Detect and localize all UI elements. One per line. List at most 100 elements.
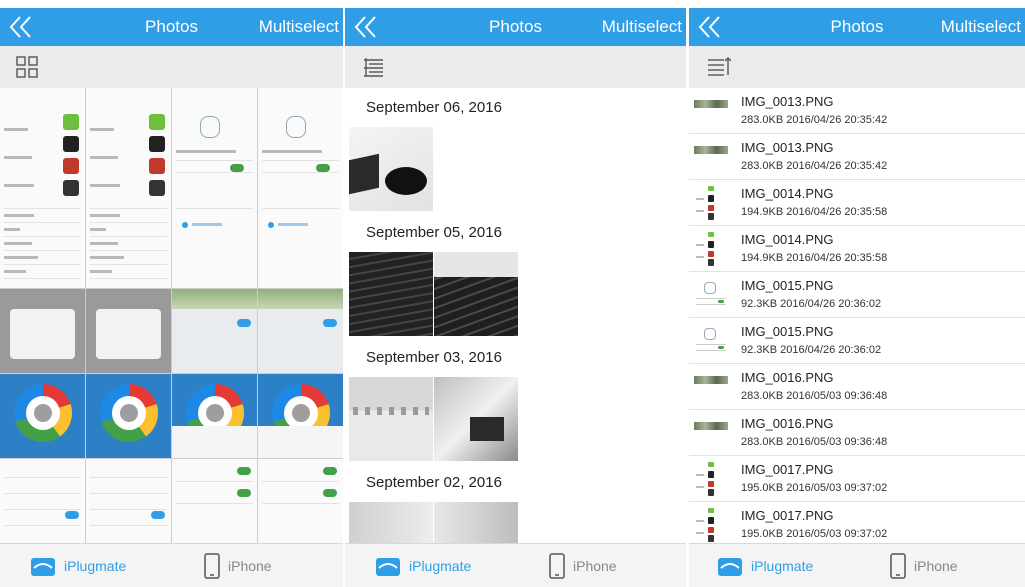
photo-thumbnail[interactable] — [86, 88, 171, 288]
file-thumbnail — [694, 508, 728, 542]
file-name: IMG_0016.PNG — [741, 370, 834, 385]
file-meta: 283.0KB 2016/04/26 20:35:42 — [741, 114, 888, 126]
file-thumbnail — [694, 186, 728, 220]
file-meta: 195.0KB 2016/05/03 09:37:02 — [741, 482, 888, 494]
photo-thumbnail[interactable] — [258, 459, 343, 546]
view-toolbar — [0, 46, 343, 88]
file-row[interactable]: IMG_0016.PNG 283.0KB 2016/05/03 09:36:48 — [689, 410, 1025, 456]
file-name: IMG_0013.PNG — [741, 94, 834, 109]
photo-thumbnail[interactable] — [434, 502, 518, 543]
photo-thumbnail[interactable] — [86, 374, 171, 458]
file-row[interactable]: IMG_0016.PNG 283.0KB 2016/05/03 09:36:48 — [689, 364, 1025, 410]
photo-thumbnail[interactable] — [86, 459, 171, 546]
view-toolbar — [345, 46, 686, 88]
panel-grid-view: Photos Multiselect iPlugmate iPhone — [0, 0, 343, 587]
photo-thumbnail[interactable] — [0, 289, 85, 373]
file-name: IMG_0015.PNG — [741, 278, 834, 293]
file-name: IMG_0017.PNG — [741, 508, 834, 523]
file-row[interactable]: IMG_0015.PNG 92.3KB 2016/04/26 20:36:02 — [689, 272, 1025, 318]
photo-thumbnail[interactable] — [434, 377, 518, 461]
file-name: IMG_0014.PNG — [741, 232, 834, 247]
file-row[interactable]: IMG_0014.PNG 194.9KB 2016/04/26 20:35:58 — [689, 226, 1025, 272]
navbar: Photos Multiselect — [0, 8, 343, 46]
photo-thumbnail[interactable] — [258, 374, 343, 458]
file-row[interactable]: IMG_0015.PNG 92.3KB 2016/04/26 20:36:02 — [689, 318, 1025, 364]
photo-thumbnail[interactable] — [172, 88, 257, 288]
date-header: September 06, 2016 — [366, 99, 502, 116]
tab-iphone[interactable]: iPhone — [549, 544, 617, 587]
file-meta: 283.0KB 2016/04/26 20:35:42 — [741, 160, 888, 172]
photo-thumbnail[interactable] — [0, 459, 85, 546]
photo-thumbnail[interactable] — [349, 377, 433, 461]
file-thumbnail — [694, 462, 728, 496]
tab-iphone[interactable]: iPhone — [204, 544, 272, 587]
tab-bar: iPlugmate iPhone — [689, 543, 1025, 587]
tab-label: iPlugmate — [751, 558, 814, 574]
file-name: IMG_0014.PNG — [741, 186, 834, 201]
file-thumbnail — [694, 94, 728, 128]
file-row[interactable]: IMG_0017.PNG 195.0KB 2016/05/03 09:37:02 — [689, 456, 1025, 502]
tab-iphone[interactable]: iPhone — [890, 544, 958, 587]
photo-thumbnail[interactable] — [349, 252, 433, 336]
file-list: IMG_0013.PNG 283.0KB 2016/04/26 20:35:42 I… — [689, 88, 1025, 543]
tab-label: iPhone — [573, 558, 617, 574]
multiselect-button[interactable]: Multiselect — [602, 17, 682, 37]
multiselect-button[interactable]: Multiselect — [941, 17, 1021, 37]
file-thumbnail — [694, 140, 728, 174]
navbar: Photos Multiselect — [345, 8, 686, 46]
file-row[interactable]: IMG_0013.PNG 283.0KB 2016/04/26 20:35:42 — [689, 88, 1025, 134]
tab-label: iPlugmate — [64, 558, 127, 574]
file-meta: 283.0KB 2016/05/03 09:36:48 — [741, 390, 888, 402]
photo-thumbnail[interactable] — [258, 289, 343, 373]
file-name: IMG_0016.PNG — [741, 416, 834, 431]
file-name: IMG_0013.PNG — [741, 140, 834, 155]
iplugmate-device-icon — [718, 558, 742, 576]
date-header: September 05, 2016 — [366, 224, 502, 241]
tab-iplugmate[interactable]: iPlugmate — [717, 544, 813, 587]
photo-thumbnail[interactable] — [172, 289, 257, 373]
multiselect-button[interactable]: Multiselect — [259, 17, 339, 37]
view-toolbar — [689, 46, 1025, 88]
navbar: Photos Multiselect — [689, 8, 1025, 46]
photo-thumbnail[interactable] — [0, 88, 85, 288]
panel-list-view: Photos Multiselect IMG_0013.PNG 283.0KB 2… — [689, 0, 1025, 587]
file-thumbnail — [694, 278, 728, 312]
date-header: September 02, 2016 — [366, 474, 502, 491]
photo-thumbnail[interactable] — [349, 127, 433, 211]
list-view-icon[interactable] — [705, 54, 731, 80]
photo-grid — [0, 88, 343, 546]
date-header: September 03, 2016 — [366, 349, 502, 366]
file-name: IMG_0015.PNG — [741, 324, 834, 339]
file-row[interactable]: IMG_0017.PNG 195.0KB 2016/05/03 09:37:02 — [689, 502, 1025, 543]
panel-timeline-view: Photos Multiselect September 06, 2016 Se… — [345, 0, 686, 587]
file-meta: 194.9KB 2016/04/26 20:35:58 — [741, 206, 888, 218]
photo-thumbnail[interactable] — [172, 374, 257, 458]
iplugmate-device-icon — [376, 558, 400, 576]
photo-thumbnail[interactable] — [258, 88, 343, 288]
file-meta: 195.0KB 2016/05/03 09:37:02 — [741, 528, 888, 540]
iphone-icon — [549, 553, 565, 579]
file-row[interactable]: IMG_0014.PNG 194.9KB 2016/04/26 20:35:58 — [689, 180, 1025, 226]
file-meta: 194.9KB 2016/04/26 20:35:58 — [741, 252, 888, 264]
tab-label: iPhone — [228, 558, 272, 574]
iphone-icon — [204, 553, 220, 579]
file-thumbnail — [694, 232, 728, 266]
photo-thumbnail[interactable] — [172, 459, 257, 546]
iphone-icon — [890, 553, 906, 579]
tab-iplugmate[interactable]: iPlugmate — [375, 544, 471, 587]
file-meta: 283.0KB 2016/05/03 09:36:48 — [741, 436, 888, 448]
tab-iplugmate[interactable]: iPlugmate — [30, 544, 126, 587]
iplugmate-device-icon — [31, 558, 55, 576]
photo-thumbnail[interactable] — [86, 289, 171, 373]
tab-label: iPhone — [914, 558, 958, 574]
file-thumbnail — [694, 324, 728, 358]
file-row[interactable]: IMG_0013.PNG 283.0KB 2016/04/26 20:35:42 — [689, 134, 1025, 180]
photo-thumbnail[interactable] — [0, 374, 85, 458]
tab-bar: iPlugmate iPhone — [0, 543, 343, 587]
photo-thumbnail[interactable] — [349, 502, 433, 543]
grid-view-icon[interactable] — [14, 54, 40, 80]
file-thumbnail — [694, 416, 728, 450]
photo-thumbnail[interactable] — [434, 252, 518, 336]
file-meta: 92.3KB 2016/04/26 20:36:02 — [741, 298, 882, 310]
timeline-view-icon[interactable] — [361, 54, 387, 80]
